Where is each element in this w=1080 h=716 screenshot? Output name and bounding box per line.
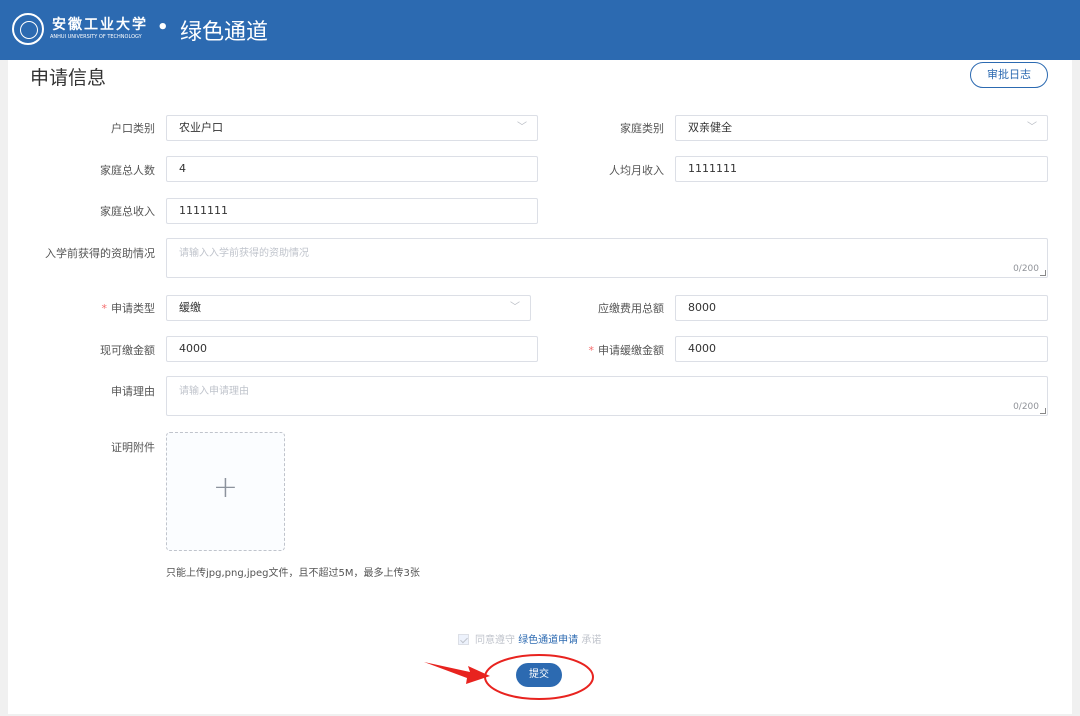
attachment-label: 证明附件 bbox=[111, 441, 155, 454]
household-type-value: 农业户口 bbox=[179, 121, 223, 134]
reason-placeholder: 请输入申请理由 bbox=[179, 386, 249, 397]
page-title: 申请信息 bbox=[30, 67, 107, 89]
submit-button[interactable]: 提交 bbox=[516, 663, 562, 687]
university-name-en: ANHUI UNIVERSITY OF TECHNOLOGY bbox=[50, 34, 142, 40]
agreement-row: 同意遵守 绿色通道申请 承诺 bbox=[458, 631, 601, 646]
required-mark: * bbox=[101, 302, 108, 315]
reason-label: 申请理由 bbox=[111, 385, 155, 398]
family-type-label: 家庭类别 bbox=[620, 122, 664, 135]
payable-now-input[interactable]: 4000 bbox=[166, 336, 538, 362]
deferred-amount-input[interactable]: 4000 bbox=[675, 336, 1048, 362]
required-mark: * bbox=[588, 344, 595, 357]
family-size-input[interactable]: 4 bbox=[166, 156, 538, 182]
household-type-label: 户口类别 bbox=[111, 122, 155, 135]
agreement-link[interactable]: 绿色通道申请 bbox=[518, 635, 578, 646]
apply-type-label-text: 申请类型 bbox=[111, 302, 155, 315]
upload-box[interactable]: + bbox=[166, 432, 285, 551]
apply-type-label: * 申请类型 bbox=[102, 300, 156, 316]
university-seal-icon bbox=[12, 13, 44, 45]
agreement-prefix: 同意遵守 bbox=[475, 635, 515, 646]
reason-textarea[interactable]: 请输入申请理由 0/200 bbox=[166, 376, 1048, 416]
payable-now-label: 现可缴金额 bbox=[100, 344, 155, 357]
family-size-label: 家庭总人数 bbox=[100, 164, 155, 177]
monthly-income-input[interactable]: 1111111 bbox=[675, 156, 1048, 182]
approval-log-button[interactable]: 审批日志 bbox=[970, 62, 1048, 88]
chevron-down-icon: ﹀ bbox=[517, 122, 527, 133]
deferred-amount-label: * 申请缓缴金额 bbox=[589, 342, 665, 358]
title-separator: • bbox=[157, 17, 169, 38]
resize-handle-icon[interactable] bbox=[1040, 408, 1046, 414]
deferred-amount-label-text: 申请缓缴金额 bbox=[598, 344, 664, 357]
chevron-down-icon: ﹀ bbox=[1027, 122, 1037, 133]
system-title: 绿色通道 bbox=[180, 20, 269, 45]
family-type-value: 双亲健全 bbox=[688, 121, 732, 134]
apply-type-select[interactable]: 缓缴 ﹀ bbox=[166, 295, 531, 321]
household-type-select[interactable]: 农业户口 ﹀ bbox=[166, 115, 538, 141]
apply-type-value: 缓缴 bbox=[179, 301, 201, 314]
upload-tip: 只能上传jpg,png,jpeg文件，且不超过5M，最多上传3张 bbox=[166, 568, 420, 579]
prior-aid-counter: 0/200 bbox=[1013, 264, 1039, 274]
fee-total-input[interactable]: 8000 bbox=[675, 295, 1048, 321]
family-type-select[interactable]: 双亲健全 ﹀ bbox=[675, 115, 1048, 141]
top-bar: 安徽工业大学 ANHUI UNIVERSITY OF TECHNOLOGY • … bbox=[0, 0, 1080, 60]
prior-aid-textarea[interactable]: 请输入入学前获得的资助情况 0/200 bbox=[166, 238, 1048, 278]
total-income-input[interactable]: 1111111 bbox=[166, 198, 538, 224]
prior-aid-label: 入学前获得的资助情况 bbox=[45, 247, 155, 260]
agreement-checkbox[interactable] bbox=[458, 633, 469, 645]
fee-total-label: 应缴费用总额 bbox=[598, 302, 664, 315]
plus-icon: + bbox=[212, 470, 239, 505]
chevron-down-icon: ﹀ bbox=[510, 302, 520, 313]
monthly-income-label: 人均月收入 bbox=[609, 164, 664, 177]
agreement-suffix: 承诺 bbox=[581, 635, 602, 646]
reason-counter: 0/200 bbox=[1013, 402, 1039, 412]
university-name-cn: 安徽工业大学 bbox=[52, 17, 148, 33]
resize-handle-icon[interactable] bbox=[1040, 270, 1046, 276]
prior-aid-placeholder: 请输入入学前获得的资助情况 bbox=[179, 248, 309, 259]
total-income-label: 家庭总收入 bbox=[100, 205, 155, 218]
